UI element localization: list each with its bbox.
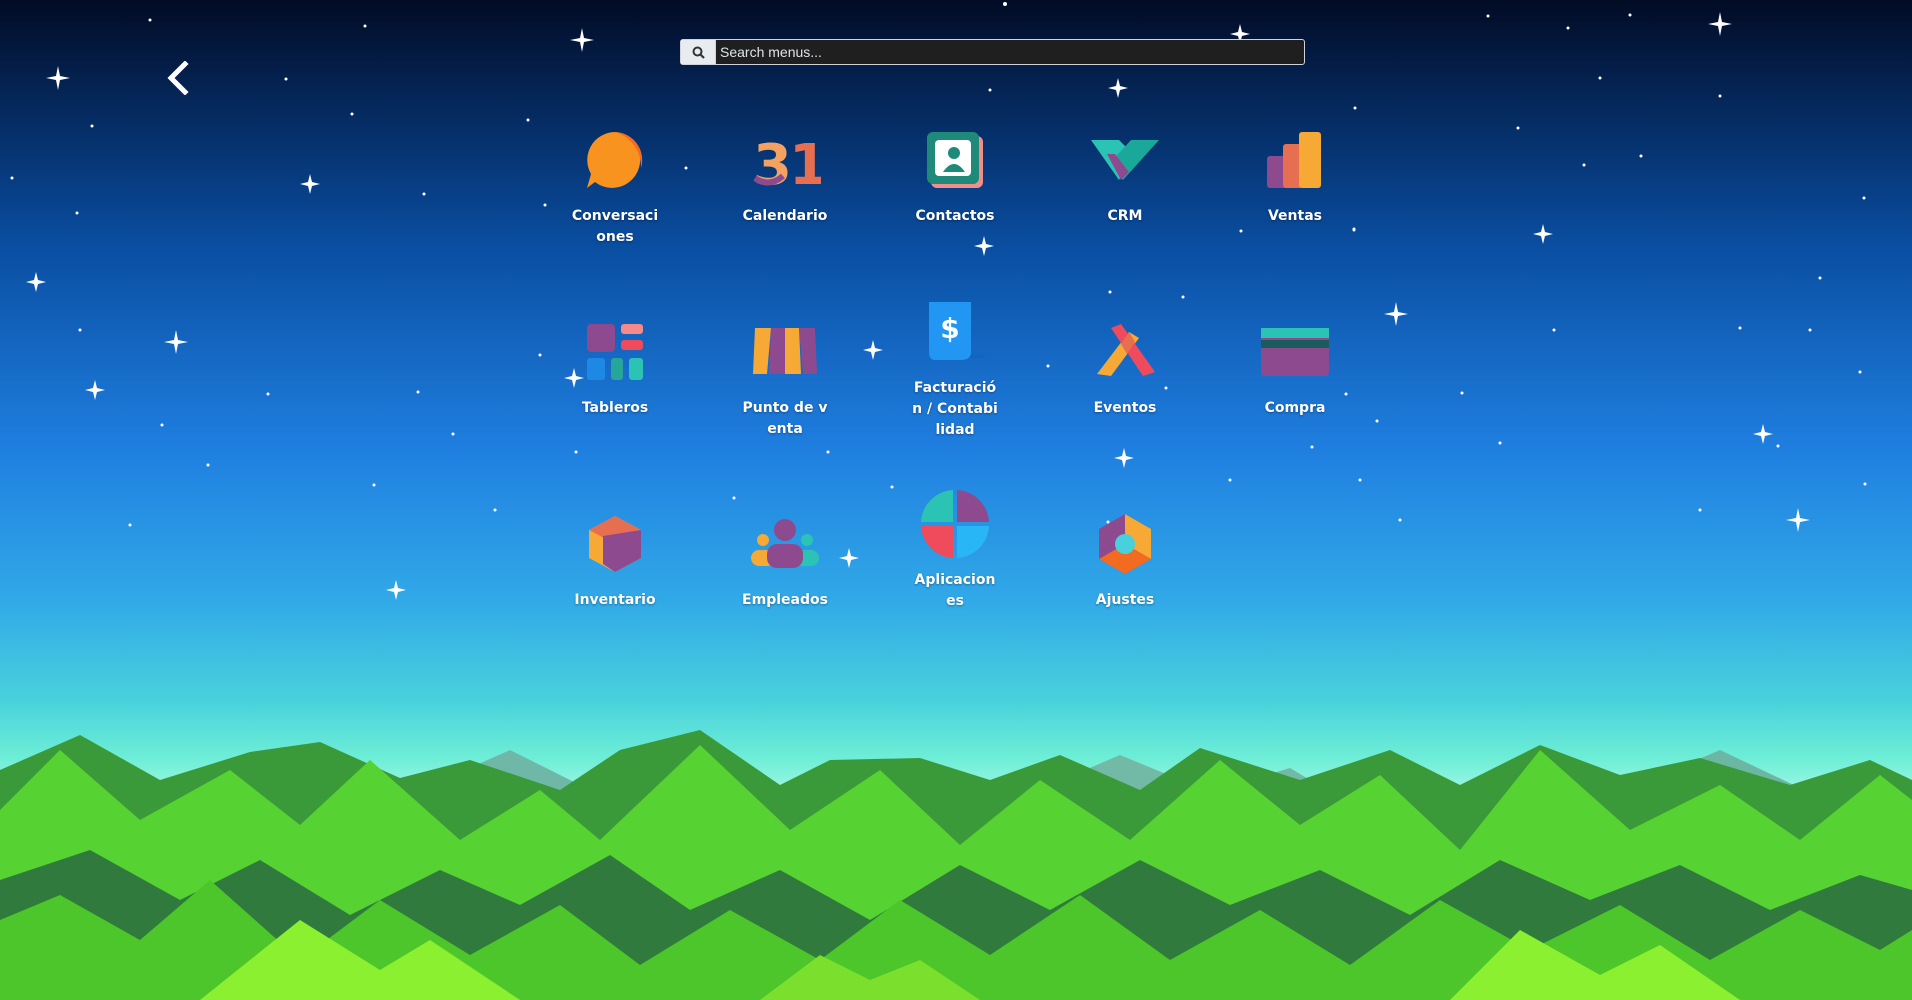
app-label: Tableros	[581, 400, 649, 416]
app-label: Contactos	[915, 208, 995, 224]
back-button[interactable]	[160, 60, 196, 96]
mountain-landscape	[0, 730, 1912, 1000]
app-label: Ventas	[1267, 208, 1322, 224]
app-calendario[interactable]: 3 1 Calendario	[700, 100, 870, 292]
app-compra[interactable]: Compra	[1210, 292, 1380, 484]
svg-text:1: 1	[789, 133, 821, 192]
app-label: Punto de venta	[742, 400, 828, 437]
bar-chart-icon	[1255, 120, 1335, 200]
app-grid: Conversaciones 3 1 Calendario Contactos	[530, 100, 1550, 676]
app-label: Inventario	[574, 592, 656, 608]
app-label: Ajustes	[1095, 592, 1155, 608]
chevron-left-icon	[167, 61, 189, 95]
invoice-dollar-icon: $	[915, 292, 995, 372]
app-tableros[interactable]: Tableros	[530, 292, 700, 484]
app-ventas[interactable]: Ventas	[1210, 100, 1380, 292]
app-label: Compra	[1264, 400, 1326, 416]
calendar-31-icon: 3 1	[745, 120, 825, 200]
quad-circle-icon	[915, 484, 995, 564]
app-eventos[interactable]: Eventos	[1040, 292, 1210, 484]
search-input[interactable]	[716, 40, 1304, 64]
app-conversaciones[interactable]: Conversaciones	[530, 100, 700, 292]
app-contactos[interactable]: Contactos	[870, 100, 1040, 292]
shop-awning-icon	[745, 312, 825, 392]
credit-card-icon	[1255, 312, 1335, 392]
app-label: Facturación / Contabilidad	[912, 380, 998, 438]
app-empleados[interactable]: Empleados	[700, 484, 870, 676]
app-punto-de-venta[interactable]: Punto de venta	[700, 292, 870, 484]
crossed-ribbons-icon	[1085, 312, 1165, 392]
app-aplicaciones[interactable]: Aplicaciones	[870, 484, 1040, 676]
dashboard-tiles-icon	[575, 312, 655, 392]
contact-card-icon	[915, 120, 995, 200]
app-label: Empleados	[742, 592, 828, 608]
app-label: Calendario	[742, 208, 828, 224]
handshake-icon	[1085, 120, 1165, 200]
app-ajustes[interactable]: Ajustes	[1040, 484, 1210, 676]
search-button[interactable]	[681, 40, 716, 64]
hexagon-gear-icon	[1085, 504, 1165, 584]
chat-bubble-icon	[575, 120, 655, 200]
search-icon	[692, 46, 705, 59]
app-facturacion[interactable]: $ Facturación / Contabilidad	[870, 292, 1040, 484]
search-bar	[680, 39, 1305, 65]
app-inventario[interactable]: Inventario	[530, 484, 700, 676]
svg-text:$: $	[940, 312, 959, 345]
app-crm[interactable]: CRM	[1040, 100, 1210, 292]
app-label: Eventos	[1093, 400, 1157, 416]
app-label: Aplicaciones	[914, 572, 996, 609]
cube-icon	[575, 504, 655, 584]
app-label: Conversaciones	[571, 208, 659, 245]
app-label: CRM	[1107, 208, 1143, 224]
people-group-icon	[745, 504, 825, 584]
